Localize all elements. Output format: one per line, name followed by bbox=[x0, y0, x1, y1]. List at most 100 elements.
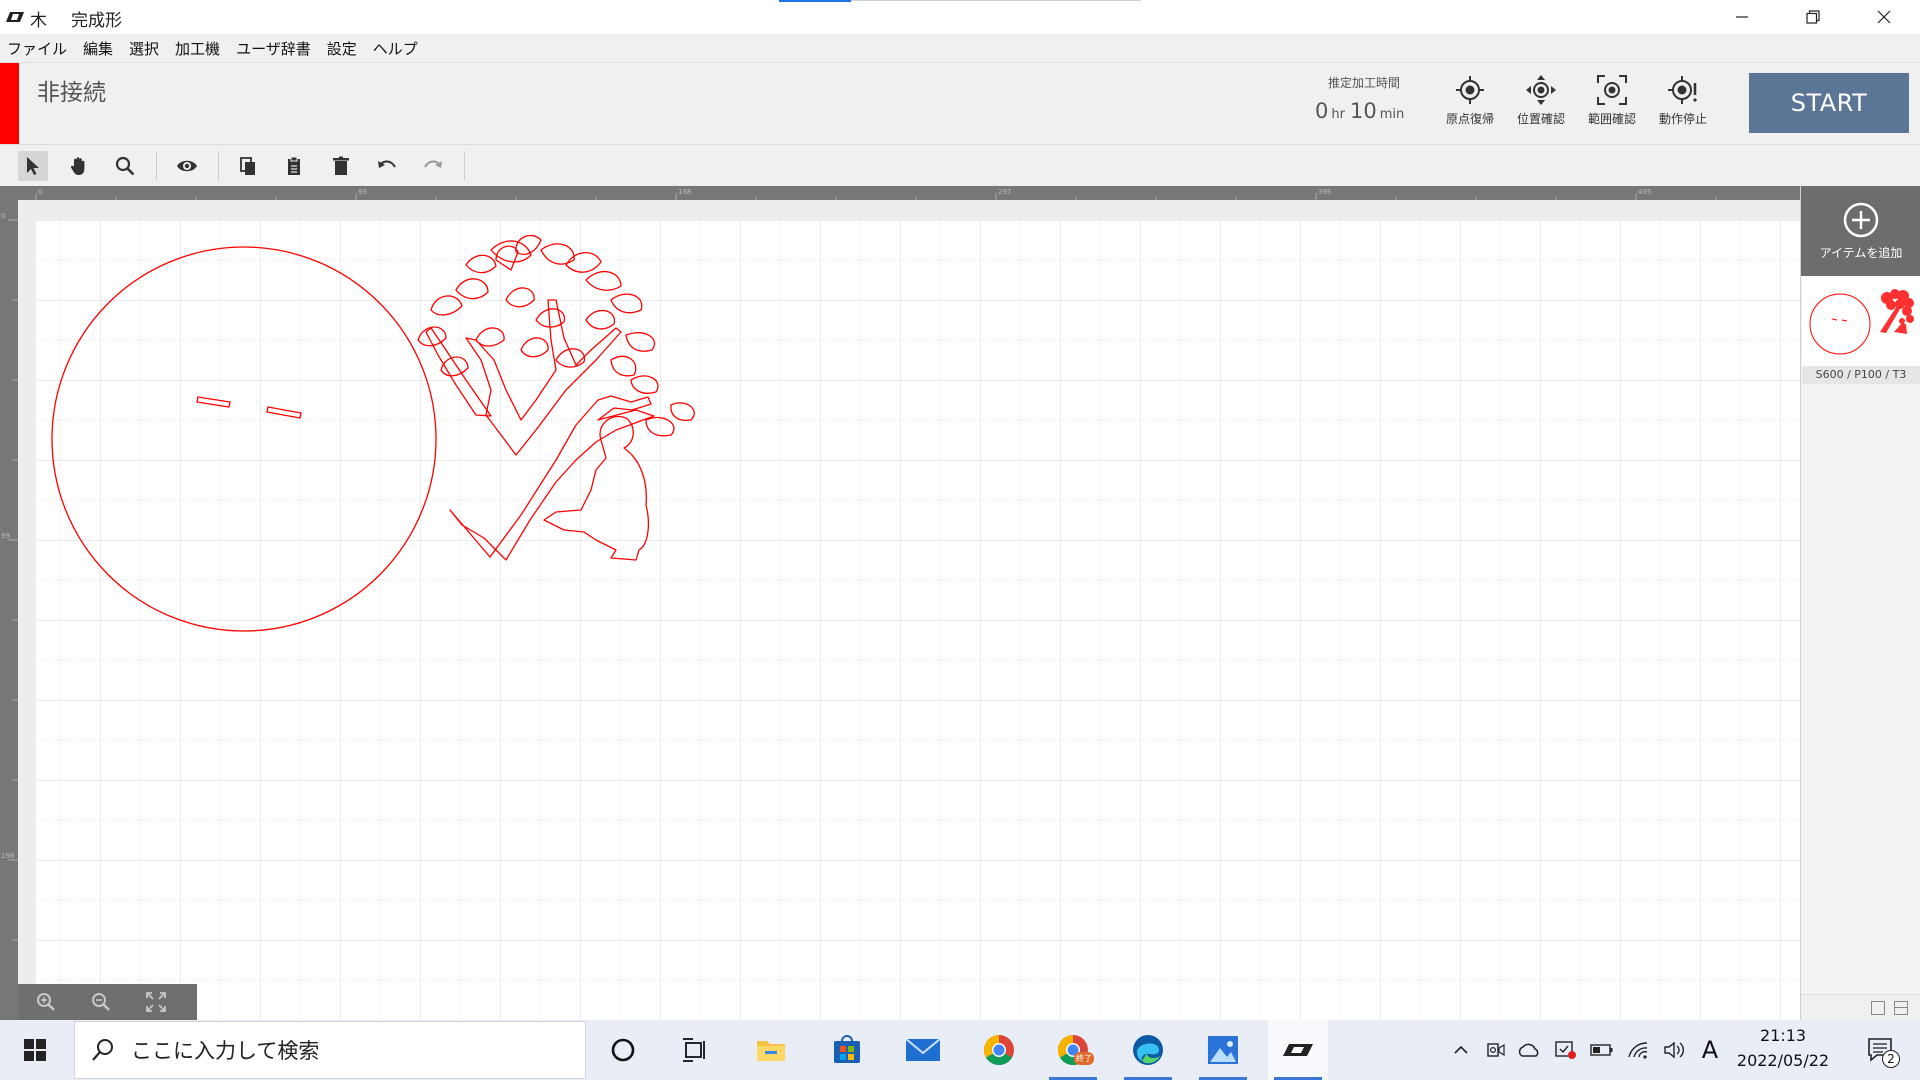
canvas-top-margin bbox=[18, 200, 1800, 220]
clock-date: 2022/05/22 bbox=[1736, 1051, 1830, 1070]
estimate-minutes: 10 bbox=[1349, 99, 1377, 123]
zoom-tool-button[interactable] bbox=[110, 151, 140, 181]
notification-center-button[interactable]: 2 bbox=[1856, 1020, 1906, 1080]
home-origin-label: 原点復帰 bbox=[1445, 112, 1494, 126]
microsoft-store-app[interactable] bbox=[817, 1020, 877, 1080]
left-ruler-label: 0 bbox=[1, 212, 5, 220]
file-explorer-app[interactable] bbox=[741, 1020, 801, 1080]
undo-button[interactable] bbox=[372, 151, 402, 181]
menu-help[interactable]: ヘルプ bbox=[373, 38, 418, 59]
menu-file[interactable]: ファイル bbox=[7, 38, 67, 59]
top-ruler-label: 297 bbox=[998, 188, 1011, 196]
mail-app[interactable] bbox=[893, 1020, 953, 1080]
item-thumbnail-preview bbox=[1809, 289, 1914, 355]
pan-tool-button[interactable] bbox=[64, 151, 94, 181]
cortana-button[interactable] bbox=[593, 1020, 653, 1080]
tray-network[interactable] bbox=[1623, 1020, 1653, 1080]
range-check-button[interactable]: 範囲確認 bbox=[1579, 73, 1645, 137]
single-view-icon[interactable] bbox=[1871, 1001, 1885, 1015]
top-ruler-label: 99 bbox=[358, 188, 367, 196]
window-title-state: 完成形 bbox=[71, 11, 122, 31]
camera-icon bbox=[1487, 1043, 1505, 1057]
toolbar-separator bbox=[218, 151, 219, 181]
chrome-app[interactable] bbox=[969, 1020, 1029, 1080]
cortana-circle-icon bbox=[611, 1038, 635, 1062]
estimate-hours: 0 bbox=[1315, 99, 1329, 123]
tray-security[interactable] bbox=[1551, 1020, 1581, 1080]
chrome-icon bbox=[983, 1035, 1014, 1066]
title-bar: 木 完成形 bbox=[0, 0, 1920, 34]
left-ruler-label: 198 bbox=[1, 852, 14, 860]
redo-button[interactable] bbox=[418, 151, 448, 181]
taskbar-clock[interactable]: 21:13 2022/05/22 bbox=[1728, 1026, 1838, 1070]
range-check-icon bbox=[1597, 75, 1627, 105]
menu-settings[interactable]: 設定 bbox=[327, 38, 357, 59]
folder-icon bbox=[757, 1041, 785, 1061]
window-title: 木 完成形 bbox=[30, 6, 122, 31]
tray-volume[interactable] bbox=[1659, 1020, 1689, 1080]
add-item-button[interactable]: アイテムを追加 bbox=[1801, 186, 1920, 276]
zoom-out-button[interactable] bbox=[73, 984, 128, 1020]
edge-icon bbox=[1133, 1035, 1163, 1065]
tray-camera[interactable] bbox=[1481, 1020, 1509, 1080]
delete-button[interactable] bbox=[326, 151, 356, 181]
position-check-button[interactable]: 位置確認 bbox=[1508, 73, 1574, 137]
ime-indicator[interactable]: A bbox=[1695, 1020, 1725, 1080]
restore-button[interactable] bbox=[1778, 0, 1848, 34]
left-ruler-label: 99 bbox=[1, 532, 10, 540]
home-origin-icon bbox=[1456, 76, 1484, 104]
canvas-grid bbox=[36, 220, 1800, 1020]
windows-start-button[interactable] bbox=[0, 1020, 70, 1080]
task-view-button[interactable] bbox=[665, 1020, 725, 1080]
motion-stop-button[interactable]: 動作停止 bbox=[1650, 73, 1716, 137]
fit-view-button[interactable] bbox=[128, 984, 183, 1020]
taskbar-search[interactable]: ここに入力して検索 bbox=[74, 1021, 586, 1079]
laser-software-app[interactable] bbox=[1268, 1020, 1328, 1080]
home-origin-button[interactable]: 原点復帰 bbox=[1437, 73, 1503, 137]
speaker-icon bbox=[1664, 1041, 1684, 1059]
preview-button[interactable] bbox=[172, 151, 202, 181]
search-placeholder: ここに入力して検索 bbox=[131, 1039, 320, 1063]
menu-edit[interactable]: 編集 bbox=[83, 38, 113, 59]
edge-app[interactable] bbox=[1118, 1020, 1178, 1080]
menu-machine[interactable]: 加工機 bbox=[175, 38, 220, 59]
top-ruler-label: 495 bbox=[1638, 188, 1651, 196]
select-tool-button[interactable] bbox=[18, 151, 48, 181]
windows-taskbar: ここに入力して検索 終了 A 21:13 2022/05/22 2 bbox=[0, 1020, 1920, 1080]
chrome-profile-app[interactable]: 終了 bbox=[1043, 1020, 1103, 1080]
photos-app[interactable] bbox=[1193, 1020, 1253, 1080]
tray-battery[interactable] bbox=[1587, 1020, 1617, 1080]
menu-select[interactable]: 選択 bbox=[129, 38, 159, 59]
estimate-hours-unit: hr bbox=[1331, 107, 1345, 122]
wifi-icon bbox=[1628, 1042, 1648, 1059]
minimize-button[interactable] bbox=[1707, 0, 1777, 34]
tray-overflow-button[interactable] bbox=[1447, 1020, 1475, 1080]
close-button[interactable] bbox=[1849, 0, 1919, 34]
tray-onedrive[interactable] bbox=[1513, 1020, 1545, 1080]
undo-icon bbox=[378, 160, 396, 168]
zoom-in-button[interactable] bbox=[18, 984, 73, 1020]
top-ruler-label: 396 bbox=[1318, 188, 1332, 196]
search-icon bbox=[92, 1039, 113, 1061]
app-logo-icon bbox=[6, 12, 24, 22]
mail-envelope-icon bbox=[905, 1038, 941, 1061]
position-check-icon bbox=[1526, 75, 1556, 105]
item-thumbnail[interactable] bbox=[1802, 276, 1920, 372]
design-canvas[interactable] bbox=[36, 220, 1800, 1020]
minimize-icon bbox=[1736, 16, 1748, 18]
title-progress-track bbox=[851, 0, 1141, 1]
start-button[interactable]: START bbox=[1749, 73, 1909, 133]
paste-button[interactable] bbox=[279, 151, 309, 181]
security-alert-icon bbox=[1555, 1041, 1576, 1059]
connection-status-indicator bbox=[0, 63, 19, 145]
photos-icon bbox=[1208, 1036, 1238, 1064]
zoom-out-icon bbox=[91, 993, 110, 1011]
select-arrow-icon bbox=[27, 157, 39, 175]
window-title-file: 木 bbox=[30, 11, 47, 31]
zoom-in-icon bbox=[36, 993, 55, 1011]
store-bag-icon bbox=[834, 1035, 860, 1063]
menu-user-dictionary[interactable]: ユーザ辞書 bbox=[236, 38, 311, 59]
split-view-icon[interactable] bbox=[1894, 1001, 1908, 1015]
estimate-time: 0 hr 10 min bbox=[1315, 99, 1409, 123]
copy-button[interactable] bbox=[233, 151, 263, 181]
